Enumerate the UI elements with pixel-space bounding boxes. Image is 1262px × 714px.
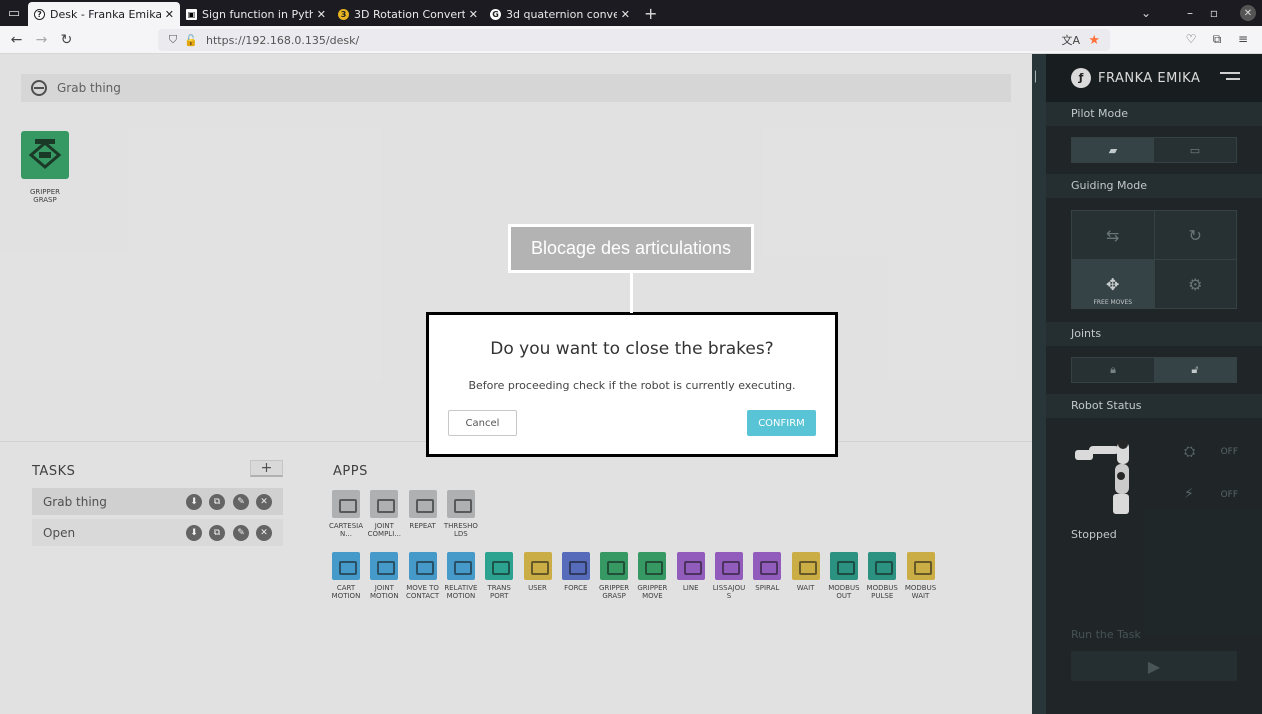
tab-title: Sign function in Python ( bbox=[202, 7, 313, 21]
annotation-callout: Blocage des articulations bbox=[508, 224, 754, 273]
browser-tab[interactable]: G 3d quaternion converter ✕ bbox=[484, 2, 636, 26]
globe-icon: ? bbox=[34, 8, 45, 20]
reload-icon[interactable]: ↻ bbox=[54, 32, 79, 48]
lock-icon: 🔓 bbox=[184, 33, 198, 47]
cancel-button[interactable]: Cancel bbox=[448, 410, 517, 436]
extensions-icon[interactable]: ⧉ bbox=[1204, 32, 1230, 47]
callout-pointer-line bbox=[630, 273, 633, 313]
menu-icon[interactable]: ≡ bbox=[1230, 32, 1256, 47]
browser-tab[interactable]: ▣ Sign function in Python ( ✕ bbox=[180, 2, 332, 26]
page-icon: ▣ bbox=[186, 8, 197, 20]
tab-title: 3D Rotation Converter - [ bbox=[354, 7, 465, 21]
minimize-icon[interactable]: – bbox=[1178, 6, 1202, 20]
back-icon[interactable]: ← bbox=[4, 32, 29, 48]
browser-nav-bar: ← → ↻ ⛉ 🔓 https://192.168.0.135/desk/ 文A… bbox=[0, 26, 1262, 54]
new-tab-icon[interactable]: + bbox=[644, 4, 664, 23]
bookmark-star-icon[interactable]: ★ bbox=[1088, 33, 1100, 48]
dialog-message: Before proceeding check if the robot is … bbox=[468, 379, 796, 392]
close-window-icon[interactable]: ✕ bbox=[1240, 5, 1256, 21]
browser-tab-bar: ▭ ? Desk - Franka Emika GmbH ✕ ▣ Sign fu… bbox=[0, 0, 1262, 26]
browser-tab[interactable]: 3 3D Rotation Converter - [ ✕ bbox=[332, 2, 484, 26]
close-tab-icon[interactable]: ✕ bbox=[165, 8, 174, 21]
tab-title: Desk - Franka Emika GmbH bbox=[50, 7, 161, 21]
pocket-icon[interactable]: ♡ bbox=[1178, 32, 1204, 47]
close-tab-icon[interactable]: ✕ bbox=[621, 8, 630, 21]
tab-title: 3d quaternion converter bbox=[506, 7, 617, 21]
url-text: https://192.168.0.135/desk/ bbox=[206, 33, 360, 47]
yellow-icon: 3 bbox=[338, 8, 349, 20]
translate-icon[interactable]: 文A bbox=[1061, 32, 1080, 48]
google-icon: G bbox=[490, 8, 501, 20]
maximize-icon[interactable]: ▫ bbox=[1202, 6, 1226, 20]
forward-icon[interactable]: → bbox=[29, 32, 54, 48]
shield-icon: ⛉ bbox=[168, 33, 178, 46]
dialog-title: Do you want to close the brakes? bbox=[490, 339, 774, 359]
confirm-button[interactable]: CONFIRM bbox=[747, 410, 816, 436]
close-tab-icon[interactable]: ✕ bbox=[469, 8, 478, 21]
close-brakes-dialog: Do you want to close the brakes? Before … bbox=[426, 312, 838, 457]
chevron-down-icon[interactable]: ⌄ bbox=[1134, 6, 1158, 20]
url-bar[interactable]: ⛉ 🔓 https://192.168.0.135/desk/ 文A ★ bbox=[158, 29, 1110, 51]
close-tab-icon[interactable]: ✕ bbox=[317, 8, 326, 21]
tab-list-icon[interactable]: ▭ bbox=[0, 0, 28, 26]
browser-tab[interactable]: ? Desk - Franka Emika GmbH ✕ bbox=[28, 2, 180, 26]
